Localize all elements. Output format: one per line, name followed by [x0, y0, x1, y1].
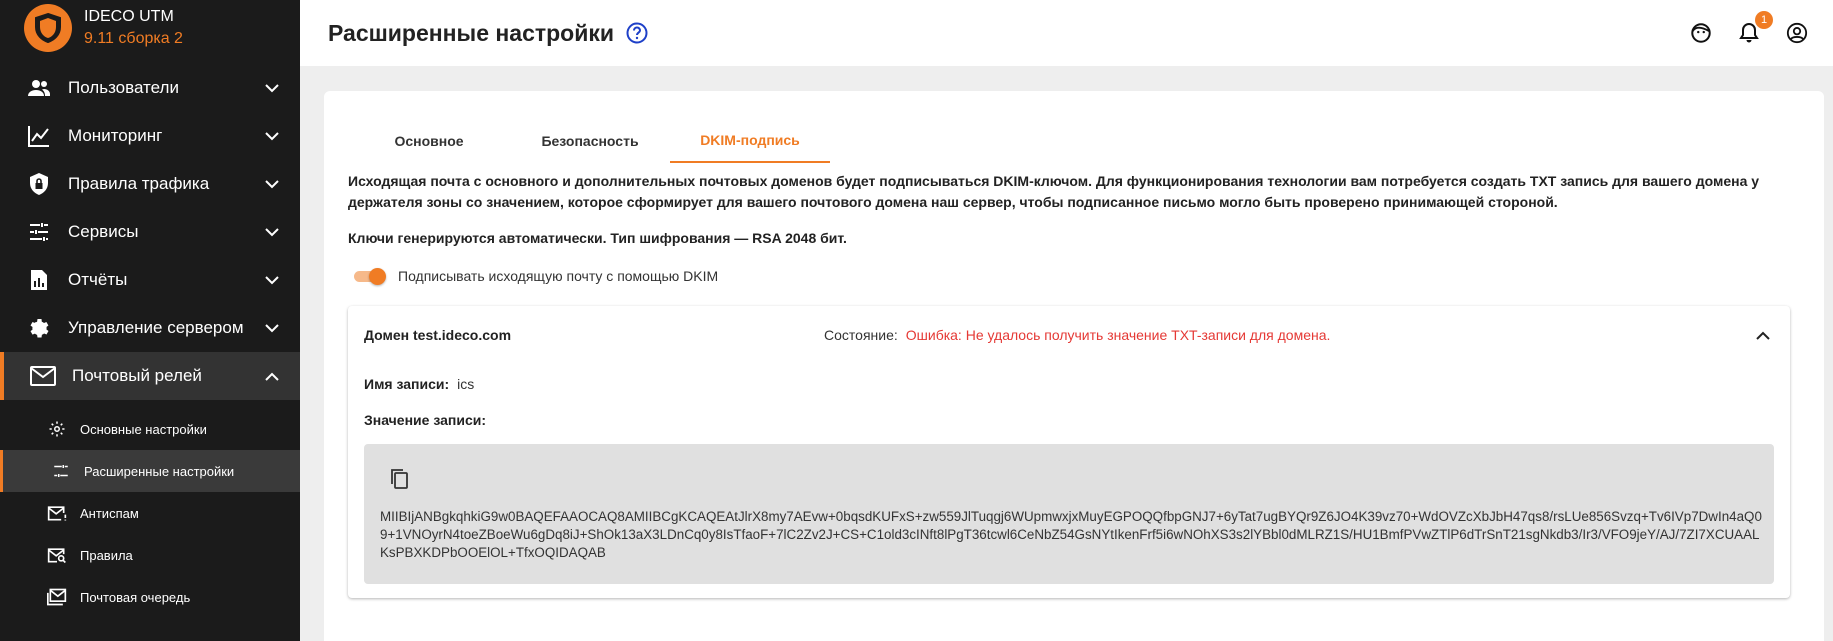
tab-dkim[interactable]: DKIM-подпись	[670, 119, 830, 163]
record-name-row: Имя записи: ics	[364, 376, 474, 392]
state-label: Состояние:	[824, 327, 898, 343]
shield-logo-icon	[24, 4, 72, 52]
chevron-down-icon	[262, 174, 282, 194]
sidebar-subitem-basic-settings[interactable]: Основные настройки	[0, 408, 300, 450]
brand: IDECO UTM 9.11 сборка 2	[0, 0, 300, 56]
sidebar-item-monitoring[interactable]: Мониторинг	[0, 112, 300, 160]
chevron-down-icon	[262, 78, 282, 98]
shield-lock-icon	[26, 171, 52, 197]
sidebar-subitem-advanced-settings[interactable]: Расширенные настройки	[0, 450, 300, 492]
users-icon	[26, 75, 52, 101]
dkim-description: Исходящая почта с основного и дополнител…	[348, 173, 1760, 210]
sidebar-subitem-label: Почтовая очередь	[80, 589, 191, 605]
sidebar-item-label: Мониторинг	[68, 126, 163, 145]
state-error-value: Ошибка: Не удалось получить значение TXT…	[905, 327, 1331, 343]
record-name-label: Имя записи:	[364, 376, 450, 392]
sidebar-item-label: Пользователи	[68, 78, 179, 97]
record-value-label: Значение записи:	[364, 412, 486, 428]
sidebar-subitem-rules[interactable]: Правила	[0, 534, 300, 576]
keys-note: Ключи генерируются автоматически. Тип ши…	[348, 230, 847, 246]
support-icon[interactable]	[1689, 21, 1713, 45]
sidebar-subitem-label: Антиспам	[80, 505, 139, 521]
sidebar-subitem-mail-queue[interactable]: Почтовая очередь	[0, 576, 300, 618]
gear-icon	[26, 315, 52, 341]
sidebar-item-mail-relay[interactable]: Почтовый релей	[0, 352, 300, 400]
domain-panel-header[interactable]: Домен test.ideco.com Состояние: Ошибка: …	[364, 324, 1774, 346]
dkim-toggle-row: Подписывать исходящую почту с помощью DK…	[354, 268, 719, 285]
account-icon[interactable]	[1785, 21, 1809, 45]
chevron-down-icon	[262, 270, 282, 290]
mail-alert-icon	[46, 502, 68, 524]
sidebar-item-traffic-rules[interactable]: Правила трафика	[0, 160, 300, 208]
sidebar-item-label: Почтовый релей	[72, 366, 202, 385]
domain-title: Домен test.ideco.com	[364, 327, 512, 343]
sidebar: IDECO UTM 9.11 сборка 2 Пользователи Мон…	[0, 0, 300, 641]
record-value-text: MIIBIjANBgkqhkiG9w0BAQEFAAOCAQ8AMIIBCgKC…	[380, 509, 1762, 560]
chevron-down-icon	[262, 222, 282, 242]
page-title: Расширенные настройки	[328, 19, 615, 46]
tabs: Основное Безопасность DKIM-подпись	[348, 119, 830, 163]
sliders-icon	[26, 219, 52, 245]
dkim-toggle[interactable]	[354, 268, 386, 285]
sidebar-item-label: Управление сервером	[68, 318, 244, 337]
brand-version: 9.11 сборка 2	[84, 30, 183, 47]
sidebar-item-label: Правила трафика	[68, 174, 210, 193]
record-name-value: ics	[457, 376, 475, 392]
sidebar-subitem-label: Правила	[80, 547, 133, 563]
chart-line-icon	[26, 123, 52, 149]
top-header: Расширенные настройки 1	[300, 0, 1833, 66]
sidebar-item-server-management[interactable]: Управление сервером	[0, 304, 300, 352]
sliders-icon	[50, 460, 72, 482]
sidebar-item-users[interactable]: Пользователи	[0, 64, 300, 112]
settings-card: Основное Безопасность DKIM-подпись Исход…	[324, 91, 1824, 641]
dkim-toggle-label: Подписывать исходящую почту с помощью DK…	[398, 268, 719, 284]
copy-icon[interactable]	[386, 466, 412, 492]
mail-icon	[30, 363, 56, 389]
chevron-down-icon	[262, 318, 282, 338]
chevron-down-icon	[262, 126, 282, 146]
tab-basic[interactable]: Основное	[348, 119, 510, 163]
chevron-up-icon	[262, 366, 282, 386]
tab-security[interactable]: Безопасность	[510, 119, 670, 163]
sidebar-subitem-antispam[interactable]: Антиспам	[0, 492, 300, 534]
sidebar-subitem-label: Расширенные настройки	[84, 463, 235, 479]
mail-queue-icon	[46, 586, 68, 608]
chevron-up-icon[interactable]	[1752, 324, 1774, 346]
domain-panel: Домен test.ideco.com Состояние: Ошибка: …	[348, 306, 1790, 598]
report-icon	[26, 267, 52, 293]
record-value-box: MIIBIjANBgkqhkiG9w0BAQEFAAOCAQ8AMIIBCgKC…	[364, 444, 1774, 584]
sidebar-item-label: Отчёты	[68, 270, 128, 289]
bell-icon[interactable]: 1	[1737, 11, 1773, 45]
brand-name: IDECO UTM	[84, 8, 174, 25]
sidebar-item-services[interactable]: Сервисы	[0, 208, 300, 256]
sidebar-subitem-label: Основные настройки	[80, 421, 207, 437]
sidebar-item-label: Сервисы	[68, 222, 139, 241]
mail-search-icon	[46, 544, 68, 566]
notification-badge: 1	[1755, 11, 1773, 29]
sidebar-item-reports[interactable]: Отчёты	[0, 256, 300, 304]
help-icon[interactable]	[626, 22, 648, 44]
gear-icon	[46, 418, 68, 440]
